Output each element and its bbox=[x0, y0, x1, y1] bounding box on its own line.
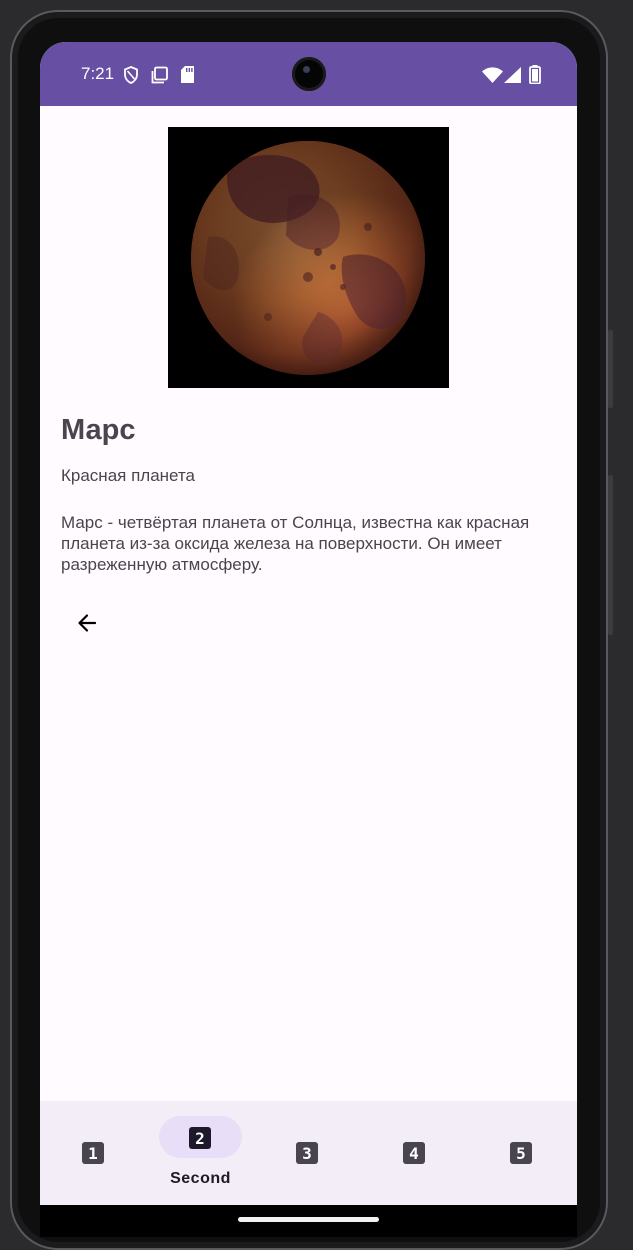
back-button[interactable] bbox=[65, 603, 109, 647]
nav-item-5[interactable]: 5 bbox=[468, 1101, 575, 1205]
number-2-icon: 2 bbox=[189, 1127, 211, 1149]
planet-title: Марс bbox=[61, 414, 136, 446]
gesture-bar bbox=[40, 1205, 577, 1237]
wifi-icon bbox=[482, 67, 503, 88]
number-4-icon: 4 bbox=[403, 1142, 425, 1164]
nav-item-1[interactable]: 1 bbox=[40, 1101, 147, 1205]
nav-item-2[interactable]: 2 Second bbox=[147, 1101, 254, 1205]
arrow-back-icon bbox=[75, 611, 99, 640]
volume-button bbox=[608, 330, 613, 408]
number-5-icon: 5 bbox=[510, 1142, 532, 1164]
battery-icon bbox=[529, 65, 541, 89]
planet-description: Марс - четвёртая планета от Солнца, изве… bbox=[61, 513, 530, 574]
nav-item-label: Second bbox=[170, 1170, 231, 1187]
screenshot-icon bbox=[151, 66, 169, 89]
sd-card-icon bbox=[180, 66, 195, 88]
bottom-navigation: 1 2 Second 3 4 5 bbox=[40, 1101, 577, 1205]
cell-signal-icon bbox=[504, 67, 521, 88]
status-time: 7:21 bbox=[81, 64, 115, 83]
power-button bbox=[608, 475, 613, 635]
front-camera bbox=[292, 57, 326, 91]
number-1-icon: 1 bbox=[82, 1142, 104, 1164]
phone-screen: 7:21 Марс Красная планета Марс - четвёрт… bbox=[40, 42, 577, 1237]
home-handle[interactable] bbox=[238, 1217, 379, 1222]
planet-image bbox=[168, 127, 449, 388]
number-3-icon: 3 bbox=[296, 1142, 318, 1164]
planet-subtitle: Красная планета bbox=[61, 466, 195, 485]
status-bar: 7:21 bbox=[40, 42, 577, 106]
nav-item-3[interactable]: 3 bbox=[254, 1101, 361, 1205]
shield-icon bbox=[123, 66, 139, 89]
nav-item-4[interactable]: 4 bbox=[361, 1101, 468, 1205]
